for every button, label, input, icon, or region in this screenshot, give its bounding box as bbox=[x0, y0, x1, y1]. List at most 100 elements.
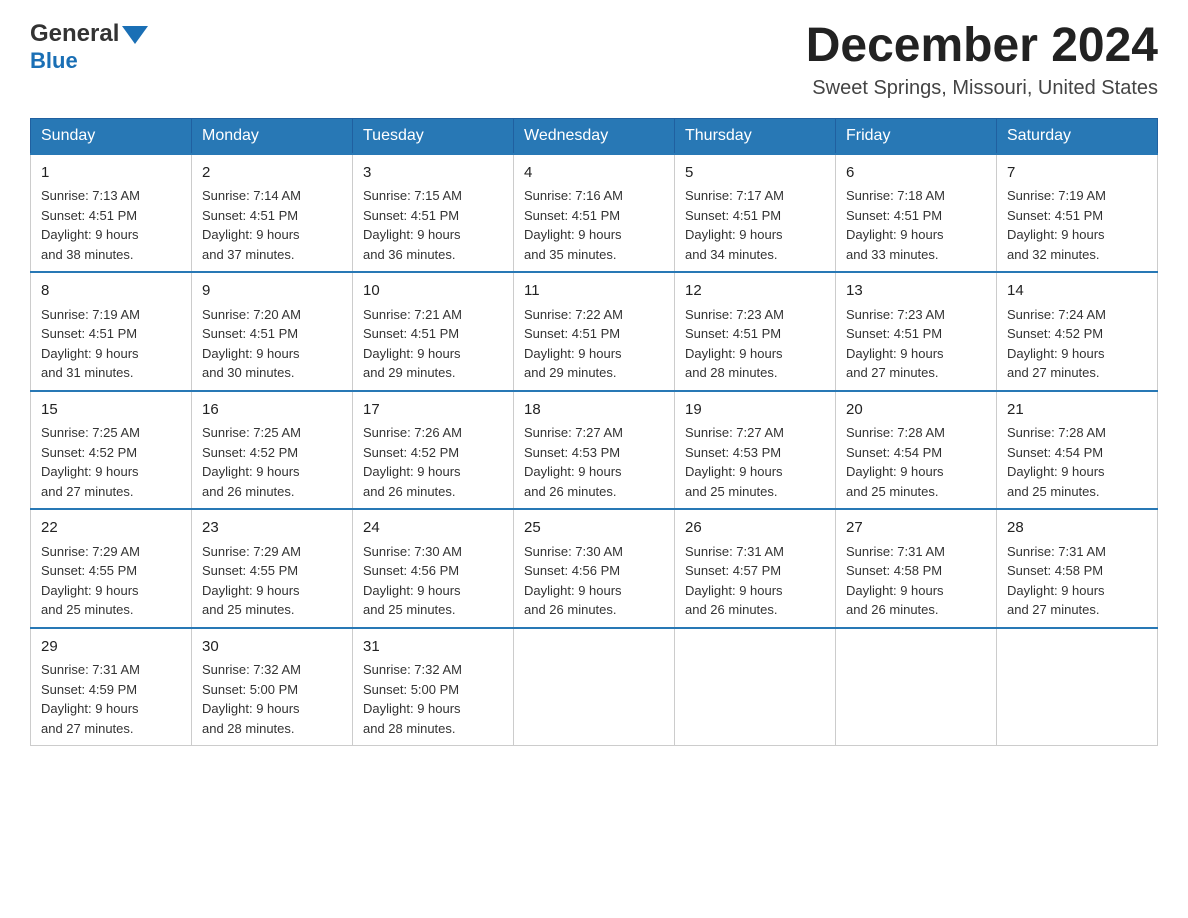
day-number: 4 bbox=[524, 162, 664, 185]
day-info: Sunrise: 7:23 AMSunset: 4:51 PMDaylight:… bbox=[685, 307, 784, 381]
day-number: 18 bbox=[524, 399, 664, 422]
day-info: Sunrise: 7:30 AMSunset: 4:56 PMDaylight:… bbox=[524, 544, 623, 618]
day-number: 9 bbox=[202, 280, 342, 303]
day-number: 26 bbox=[685, 517, 825, 540]
logo: General Blue bbox=[30, 20, 148, 74]
day-info: Sunrise: 7:26 AMSunset: 4:52 PMDaylight:… bbox=[363, 425, 462, 499]
day-number: 10 bbox=[363, 280, 503, 303]
calendar-cell bbox=[675, 628, 836, 746]
day-info: Sunrise: 7:24 AMSunset: 4:52 PMDaylight:… bbox=[1007, 307, 1106, 381]
page-header: General Blue December 2024 Sweet Springs… bbox=[30, 20, 1158, 100]
week-row-4: 22 Sunrise: 7:29 AMSunset: 4:55 PMDayligh… bbox=[31, 509, 1158, 628]
week-row-5: 29 Sunrise: 7:31 AMSunset: 4:59 PMDayligh… bbox=[31, 628, 1158, 746]
column-header-tuesday: Tuesday bbox=[353, 118, 514, 154]
calendar-cell bbox=[514, 628, 675, 746]
day-info: Sunrise: 7:15 AMSunset: 4:51 PMDaylight:… bbox=[363, 188, 462, 262]
day-number: 11 bbox=[524, 280, 664, 303]
logo-blue-text: Blue bbox=[30, 48, 78, 73]
day-number: 1 bbox=[41, 162, 181, 185]
week-row-1: 1 Sunrise: 7:13 AMSunset: 4:51 PMDaylight… bbox=[31, 154, 1158, 273]
day-info: Sunrise: 7:21 AMSunset: 4:51 PMDaylight:… bbox=[363, 307, 462, 381]
day-info: Sunrise: 7:29 AMSunset: 4:55 PMDaylight:… bbox=[41, 544, 140, 618]
day-info: Sunrise: 7:13 AMSunset: 4:51 PMDaylight:… bbox=[41, 188, 140, 262]
calendar-cell: 9Sunrise: 7:20 AMSunset: 4:51 PMDaylight… bbox=[192, 272, 353, 391]
calendar-cell: 21 Sunrise: 7:28 AMSunset: 4:54 PMDayligh… bbox=[997, 391, 1158, 510]
calendar-cell: 17Sunrise: 7:26 AMSunset: 4:52 PMDayligh… bbox=[353, 391, 514, 510]
calendar-cell: 23 Sunrise: 7:29 AMSunset: 4:55 PMDayligh… bbox=[192, 509, 353, 628]
calendar-cell: 29 Sunrise: 7:31 AMSunset: 4:59 PMDayligh… bbox=[31, 628, 192, 746]
calendar-cell: 25 Sunrise: 7:30 AMSunset: 4:56 PMDayligh… bbox=[514, 509, 675, 628]
column-header-sunday: Sunday bbox=[31, 118, 192, 154]
calendar-cell: 6 Sunrise: 7:18 AMSunset: 4:51 PMDaylight… bbox=[836, 154, 997, 273]
calendar-cell: 5 Sunrise: 7:17 AMSunset: 4:51 PMDaylight… bbox=[675, 154, 836, 273]
calendar-cell: 30 Sunrise: 7:32 AMSunset: 5:00 PMDayligh… bbox=[192, 628, 353, 746]
calendar-cell: 31 Sunrise: 7:32 AMSunset: 5:00 PMDayligh… bbox=[353, 628, 514, 746]
subtitle: Sweet Springs, Missouri, United States bbox=[806, 77, 1158, 100]
week-row-2: 8Sunrise: 7:19 AMSunset: 4:51 PMDaylight… bbox=[31, 272, 1158, 391]
column-header-friday: Friday bbox=[836, 118, 997, 154]
day-info: Sunrise: 7:32 AMSunset: 5:00 PMDaylight:… bbox=[202, 662, 301, 736]
day-info: Sunrise: 7:16 AMSunset: 4:51 PMDaylight:… bbox=[524, 188, 623, 262]
day-info: Sunrise: 7:14 AMSunset: 4:51 PMDaylight:… bbox=[202, 188, 301, 262]
day-info: Sunrise: 7:22 AMSunset: 4:51 PMDaylight:… bbox=[524, 307, 623, 381]
day-info: Sunrise: 7:32 AMSunset: 5:00 PMDaylight:… bbox=[363, 662, 462, 736]
day-number: 7 bbox=[1007, 162, 1147, 185]
day-number: 12 bbox=[685, 280, 825, 303]
day-number: 25 bbox=[524, 517, 664, 540]
day-info: Sunrise: 7:31 AMSunset: 4:58 PMDaylight:… bbox=[846, 544, 945, 618]
calendar-cell: 4 Sunrise: 7:16 AMSunset: 4:51 PMDaylight… bbox=[514, 154, 675, 273]
logo-triangle-icon bbox=[122, 26, 148, 44]
day-info: Sunrise: 7:25 AMSunset: 4:52 PMDaylight:… bbox=[41, 425, 140, 499]
calendar-cell bbox=[997, 628, 1158, 746]
day-number: 28 bbox=[1007, 517, 1147, 540]
calendar-table: SundayMondayTuesdayWednesdayThursdayFrid… bbox=[30, 118, 1158, 747]
day-number: 16 bbox=[202, 399, 342, 422]
day-info: Sunrise: 7:27 AMSunset: 4:53 PMDaylight:… bbox=[685, 425, 784, 499]
calendar-cell: 7 Sunrise: 7:19 AMSunset: 4:51 PMDaylight… bbox=[997, 154, 1158, 273]
logo-general-text: General bbox=[30, 20, 119, 48]
day-info: Sunrise: 7:31 AMSunset: 4:58 PMDaylight:… bbox=[1007, 544, 1106, 618]
title-block: December 2024 Sweet Springs, Missouri, U… bbox=[806, 20, 1158, 100]
day-info: Sunrise: 7:23 AMSunset: 4:51 PMDaylight:… bbox=[846, 307, 945, 381]
day-info: Sunrise: 7:29 AMSunset: 4:55 PMDaylight:… bbox=[202, 544, 301, 618]
day-info: Sunrise: 7:19 AMSunset: 4:51 PMDaylight:… bbox=[1007, 188, 1106, 262]
calendar-cell: 15Sunrise: 7:25 AMSunset: 4:52 PMDayligh… bbox=[31, 391, 192, 510]
day-number: 19 bbox=[685, 399, 825, 422]
day-number: 13 bbox=[846, 280, 986, 303]
day-number: 31 bbox=[363, 636, 503, 659]
day-number: 6 bbox=[846, 162, 986, 185]
calendar-cell: 26 Sunrise: 7:31 AMSunset: 4:57 PMDayligh… bbox=[675, 509, 836, 628]
day-number: 22 bbox=[41, 517, 181, 540]
day-info: Sunrise: 7:30 AMSunset: 4:56 PMDaylight:… bbox=[363, 544, 462, 618]
day-number: 20 bbox=[846, 399, 986, 422]
day-number: 24 bbox=[363, 517, 503, 540]
day-number: 3 bbox=[363, 162, 503, 185]
day-info: Sunrise: 7:28 AMSunset: 4:54 PMDaylight:… bbox=[1007, 425, 1106, 499]
day-info: Sunrise: 7:17 AMSunset: 4:51 PMDaylight:… bbox=[685, 188, 784, 262]
calendar-cell: 18 Sunrise: 7:27 AMSunset: 4:53 PMDayligh… bbox=[514, 391, 675, 510]
day-number: 21 bbox=[1007, 399, 1147, 422]
day-info: Sunrise: 7:31 AMSunset: 4:59 PMDaylight:… bbox=[41, 662, 140, 736]
week-row-3: 15Sunrise: 7:25 AMSunset: 4:52 PMDayligh… bbox=[31, 391, 1158, 510]
day-info: Sunrise: 7:18 AMSunset: 4:51 PMDaylight:… bbox=[846, 188, 945, 262]
day-number: 5 bbox=[685, 162, 825, 185]
page-title: December 2024 bbox=[806, 20, 1158, 73]
calendar-cell: 2 Sunrise: 7:14 AMSunset: 4:51 PMDaylight… bbox=[192, 154, 353, 273]
day-info: Sunrise: 7:28 AMSunset: 4:54 PMDaylight:… bbox=[846, 425, 945, 499]
column-header-saturday: Saturday bbox=[997, 118, 1158, 154]
day-info: Sunrise: 7:31 AMSunset: 4:57 PMDaylight:… bbox=[685, 544, 784, 618]
calendar-header-row: SundayMondayTuesdayWednesdayThursdayFrid… bbox=[31, 118, 1158, 154]
calendar-cell: 22 Sunrise: 7:29 AMSunset: 4:55 PMDayligh… bbox=[31, 509, 192, 628]
day-number: 14 bbox=[1007, 280, 1147, 303]
day-info: Sunrise: 7:25 AMSunset: 4:52 PMDaylight:… bbox=[202, 425, 301, 499]
day-number: 23 bbox=[202, 517, 342, 540]
day-number: 29 bbox=[41, 636, 181, 659]
calendar-cell: 14 Sunrise: 7:24 AMSunset: 4:52 PMDayligh… bbox=[997, 272, 1158, 391]
day-info: Sunrise: 7:27 AMSunset: 4:53 PMDaylight:… bbox=[524, 425, 623, 499]
calendar-cell: 3 Sunrise: 7:15 AMSunset: 4:51 PMDaylight… bbox=[353, 154, 514, 273]
day-number: 8 bbox=[41, 280, 181, 303]
day-number: 30 bbox=[202, 636, 342, 659]
day-number: 2 bbox=[202, 162, 342, 185]
calendar-cell bbox=[836, 628, 997, 746]
calendar-cell: 8Sunrise: 7:19 AMSunset: 4:51 PMDaylight… bbox=[31, 272, 192, 391]
